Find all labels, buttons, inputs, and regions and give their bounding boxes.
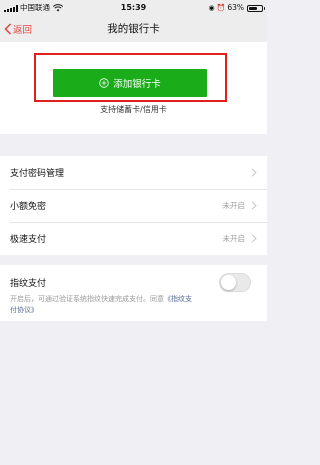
settings-list: 支付密码管理 小额免密 未开启 极速支付 未开启 — [0, 156, 267, 255]
page-title: 我的银行卡 — [107, 23, 160, 35]
fingerprint-toggle[interactable] — [219, 273, 251, 292]
battery-level — [249, 6, 257, 10]
alarm-icon: ⏰ — [216, 4, 226, 12]
row-value: 未开启 — [222, 201, 246, 210]
status-right: ◉ ⏰ 63% — [208, 0, 265, 16]
fingerprint-description: 开启后，可通过验证系统指纹快速完成支付。同意《指纹支付协议》 — [10, 294, 195, 316]
row-label: 极速支付 — [10, 235, 47, 245]
settings-row-payment-password[interactable]: 支付密码管理 — [0, 156, 267, 189]
chevron-right-icon — [251, 234, 257, 243]
status-bar: 中国联通 15:39 ◉ ⏰ 63% — [0, 0, 267, 16]
plus-circle-icon — [99, 78, 109, 88]
toggle-knob — [221, 275, 236, 290]
chevron-right-icon — [251, 168, 257, 177]
nav-bar: 返回 我的银行卡 — [0, 16, 267, 42]
settings-row-small-password-free[interactable]: 小额免密 未开启 — [0, 189, 267, 222]
add-bank-card-button[interactable]: 添加银行卡 — [53, 69, 207, 97]
settings-row-fast-pay[interactable]: 极速支付 未开启 — [0, 222, 267, 255]
add-card-section: 添加银行卡 — [0, 42, 267, 134]
fingerprint-label: 指纹支付 — [10, 279, 47, 289]
support-text: 支持储蓄卡/信用卡 — [100, 105, 167, 114]
location-icon: ◉ — [208, 4, 215, 12]
fingerprint-desc-text: 开启后，可通过验证系统指纹快速完成支付。同意 — [10, 295, 164, 303]
battery-icon — [247, 4, 265, 12]
row-label: 小额免密 — [10, 202, 47, 212]
add-card-label: 添加银行卡 — [113, 79, 161, 90]
battery-percent: 63% — [227, 3, 244, 12]
row-label: 支付密码管理 — [10, 169, 65, 179]
chevron-right-icon — [251, 201, 257, 210]
fingerprint-section: 指纹支付 开启后，可通过验证系统指纹快速完成支付。同意《指纹支付协议》 — [0, 265, 267, 321]
row-value: 未开启 — [222, 234, 246, 243]
